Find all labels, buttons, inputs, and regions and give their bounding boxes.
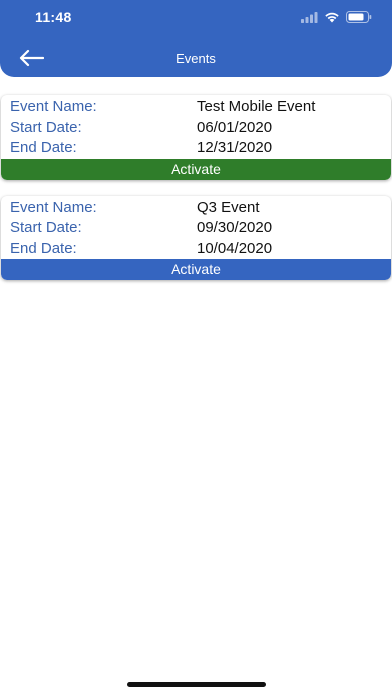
event-name-value: Q3 Event	[197, 198, 260, 216]
app-header: 11:48 Events	[0, 0, 392, 77]
event-name-row: Event Name: Q3 Event	[1, 198, 391, 219]
start-date-label: Start Date:	[10, 118, 82, 136]
nav-bar: Events	[0, 40, 392, 76]
start-date-row: Start Date: 09/30/2020	[1, 218, 391, 239]
event-name-label: Event Name:	[10, 98, 97, 115]
start-date-row: Start Date: 06/01/2020	[1, 118, 391, 139]
event-name-label: Event Name:	[10, 198, 97, 216]
event-name-value: Test Mobile Event	[197, 98, 316, 115]
battery-icon	[346, 11, 372, 23]
activate-button[interactable]: Activate	[1, 259, 391, 280]
status-bar: 11:48	[0, 0, 392, 36]
activate-button[interactable]: Activate	[1, 158, 391, 180]
status-time: 11:48	[35, 9, 72, 25]
start-date-value: 09/30/2020	[197, 219, 273, 236]
end-date-row: End Date: 12/31/2020	[1, 138, 391, 159]
event-name-row: Event Name: Test Mobile Event	[1, 97, 391, 118]
end-date-value: 12/31/2020	[197, 139, 273, 156]
event-card: Event Name: Q3 Event Start Date: 09/30/2…	[1, 195, 391, 280]
end-date-label: End Date:	[10, 239, 77, 257]
start-date-value: 06/01/2020	[197, 118, 273, 136]
end-date-row: End Date: 10/04/2020	[1, 239, 391, 260]
end-date-label: End Date:	[10, 139, 77, 156]
end-date-value: 10/04/2020	[197, 239, 273, 257]
wifi-icon	[324, 11, 340, 23]
event-list: Event Name: Test Mobile Event Start Date…	[0, 95, 392, 296]
status-icons	[301, 11, 372, 23]
home-indicator[interactable]	[127, 682, 266, 687]
signal-icon	[301, 11, 318, 23]
event-card: Event Name: Test Mobile Event Start Date…	[1, 95, 391, 180]
start-date-label: Start Date:	[10, 219, 82, 236]
page-title: Events	[176, 51, 216, 66]
